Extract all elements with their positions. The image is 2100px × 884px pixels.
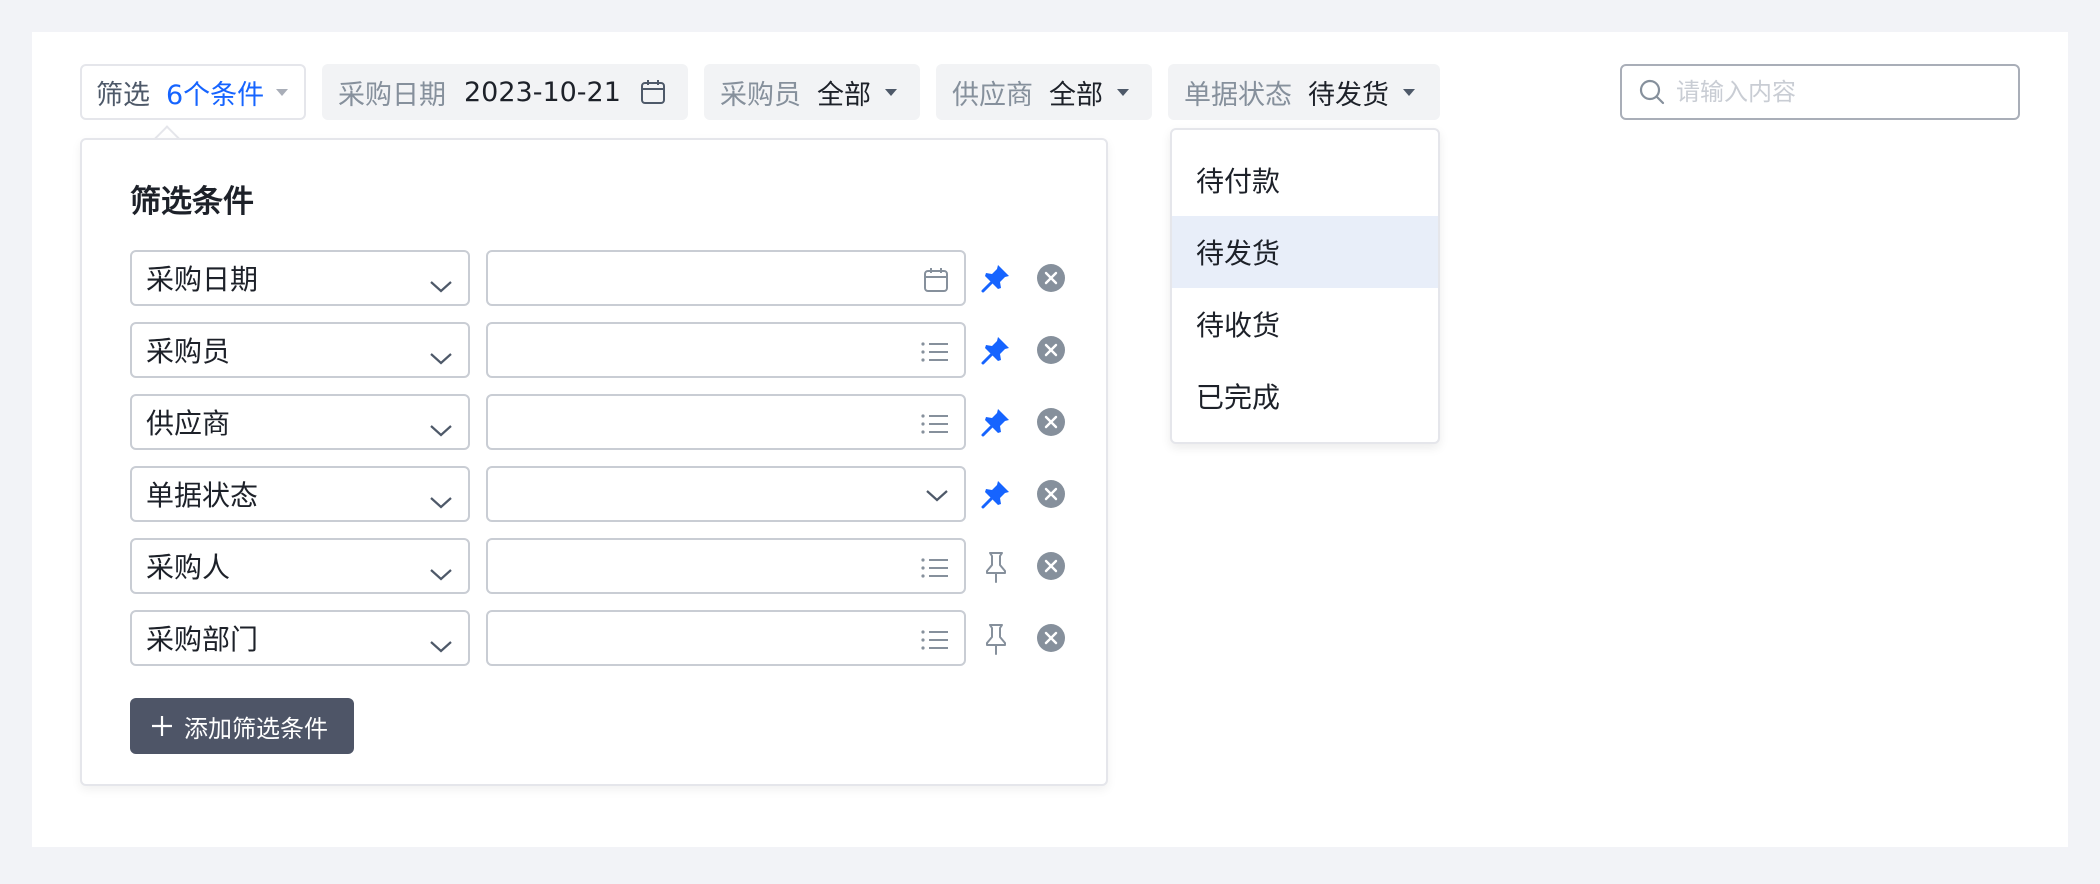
pin-outline-icon[interactable]: [980, 622, 1012, 656]
field-select-label: 单据状态: [146, 479, 259, 512]
filter-count: 6个条件: [166, 79, 265, 111]
field-select-label: 采购员: [146, 335, 231, 368]
chevron-down-icon: [428, 341, 454, 374]
add-filter-label: 添加筛选条件: [184, 714, 328, 743]
field-select-label: 采购部门: [146, 623, 259, 656]
filter-row: 供应商: [130, 394, 1070, 450]
date-filter-chip[interactable]: 采购日期 2023-10-21: [322, 64, 688, 120]
status-option[interactable]: 待付款: [1172, 144, 1438, 216]
search-icon: [1638, 78, 1666, 106]
chevron-down-icon: [428, 269, 454, 302]
value-input[interactable]: [486, 538, 966, 594]
supplier-filter-value: 全部: [1049, 79, 1103, 111]
pin-icon[interactable]: [980, 262, 1012, 294]
date-filter-label: 采购日期: [338, 79, 446, 111]
remove-row-icon[interactable]: [1036, 551, 1066, 581]
buyer-filter-chip[interactable]: 采购员 全部: [704, 64, 920, 120]
panel-title: 筛选条件: [130, 184, 254, 220]
caret-down-icon: [276, 88, 289, 96]
caret-down-icon: [1403, 88, 1415, 96]
calendar-icon: [922, 266, 950, 294]
caret-down-icon: [885, 88, 897, 96]
field-select[interactable]: 采购人: [130, 538, 470, 594]
calendar-icon: [639, 78, 667, 106]
supplier-filter-chip[interactable]: 供应商 全部: [936, 64, 1152, 120]
pin-icon[interactable]: [980, 334, 1012, 366]
buyer-filter-value: 全部: [817, 79, 871, 111]
remove-row-icon[interactable]: [1036, 623, 1066, 653]
filter-panel: 筛选条件 采购日期 采购员 供应商 单据状态 采购人 采购部门 添加筛选条件: [80, 138, 1108, 786]
list-icon: [920, 626, 950, 654]
filter-row: 采购日期: [130, 250, 1070, 306]
pin-icon[interactable]: [980, 406, 1012, 438]
list-icon: [920, 410, 950, 438]
buyer-filter-label: 采购员: [720, 79, 801, 111]
field-select[interactable]: 供应商: [130, 394, 470, 450]
field-select-label: 供应商: [146, 407, 231, 440]
filter-label: 筛选: [96, 79, 150, 111]
status-option-selected[interactable]: 待发货: [1172, 216, 1438, 288]
value-input[interactable]: [486, 322, 966, 378]
chevron-down-icon: [428, 485, 454, 518]
filter-row: 采购员: [130, 322, 1070, 378]
filter-row: 采购部门: [130, 610, 1070, 666]
status-filter-chip[interactable]: 单据状态 待发货: [1168, 64, 1440, 120]
remove-row-icon[interactable]: [1036, 407, 1066, 437]
status-filter-label: 单据状态: [1184, 79, 1292, 111]
filter-row: 单据状态: [130, 466, 1070, 522]
add-filter-button[interactable]: 添加筛选条件: [130, 698, 354, 754]
chevron-down-icon: [428, 413, 454, 446]
list-icon: [920, 338, 950, 366]
value-select[interactable]: [486, 466, 966, 522]
remove-row-icon[interactable]: [1036, 263, 1066, 293]
field-select-label: 采购日期: [146, 263, 259, 296]
remove-row-icon[interactable]: [1036, 479, 1066, 509]
field-select-label: 采购人: [146, 551, 231, 584]
pin-outline-icon[interactable]: [980, 550, 1012, 584]
filter-row: 采购人: [130, 538, 1070, 594]
pin-icon[interactable]: [980, 478, 1012, 510]
filter-toggle-button[interactable]: 筛选 6个条件: [80, 64, 306, 120]
chevron-down-icon: [428, 557, 454, 590]
remove-row-icon[interactable]: [1036, 335, 1066, 365]
status-filter-value: 待发货: [1308, 79, 1389, 111]
chevron-down-icon: [428, 629, 454, 662]
date-filter-value: 2023-10-21: [464, 76, 621, 108]
status-option[interactable]: 已完成: [1172, 360, 1438, 432]
list-icon: [920, 554, 950, 582]
field-select[interactable]: 采购员: [130, 322, 470, 378]
value-input[interactable]: [486, 250, 966, 306]
field-select[interactable]: 采购日期: [130, 250, 470, 306]
caret-down-icon: [1117, 88, 1129, 96]
search-box[interactable]: [1620, 64, 2020, 120]
plus-icon: [150, 714, 174, 738]
search-input[interactable]: [1676, 78, 1996, 106]
value-input[interactable]: [486, 610, 966, 666]
chevron-down-icon: [924, 486, 950, 504]
field-select[interactable]: 采购部门: [130, 610, 470, 666]
field-select[interactable]: 单据状态: [130, 466, 470, 522]
supplier-filter-label: 供应商: [952, 79, 1033, 111]
value-input[interactable]: [486, 394, 966, 450]
status-dropdown-menu: 待付款 待发货 待收货 已完成: [1170, 128, 1440, 444]
status-option[interactable]: 待收货: [1172, 288, 1438, 360]
